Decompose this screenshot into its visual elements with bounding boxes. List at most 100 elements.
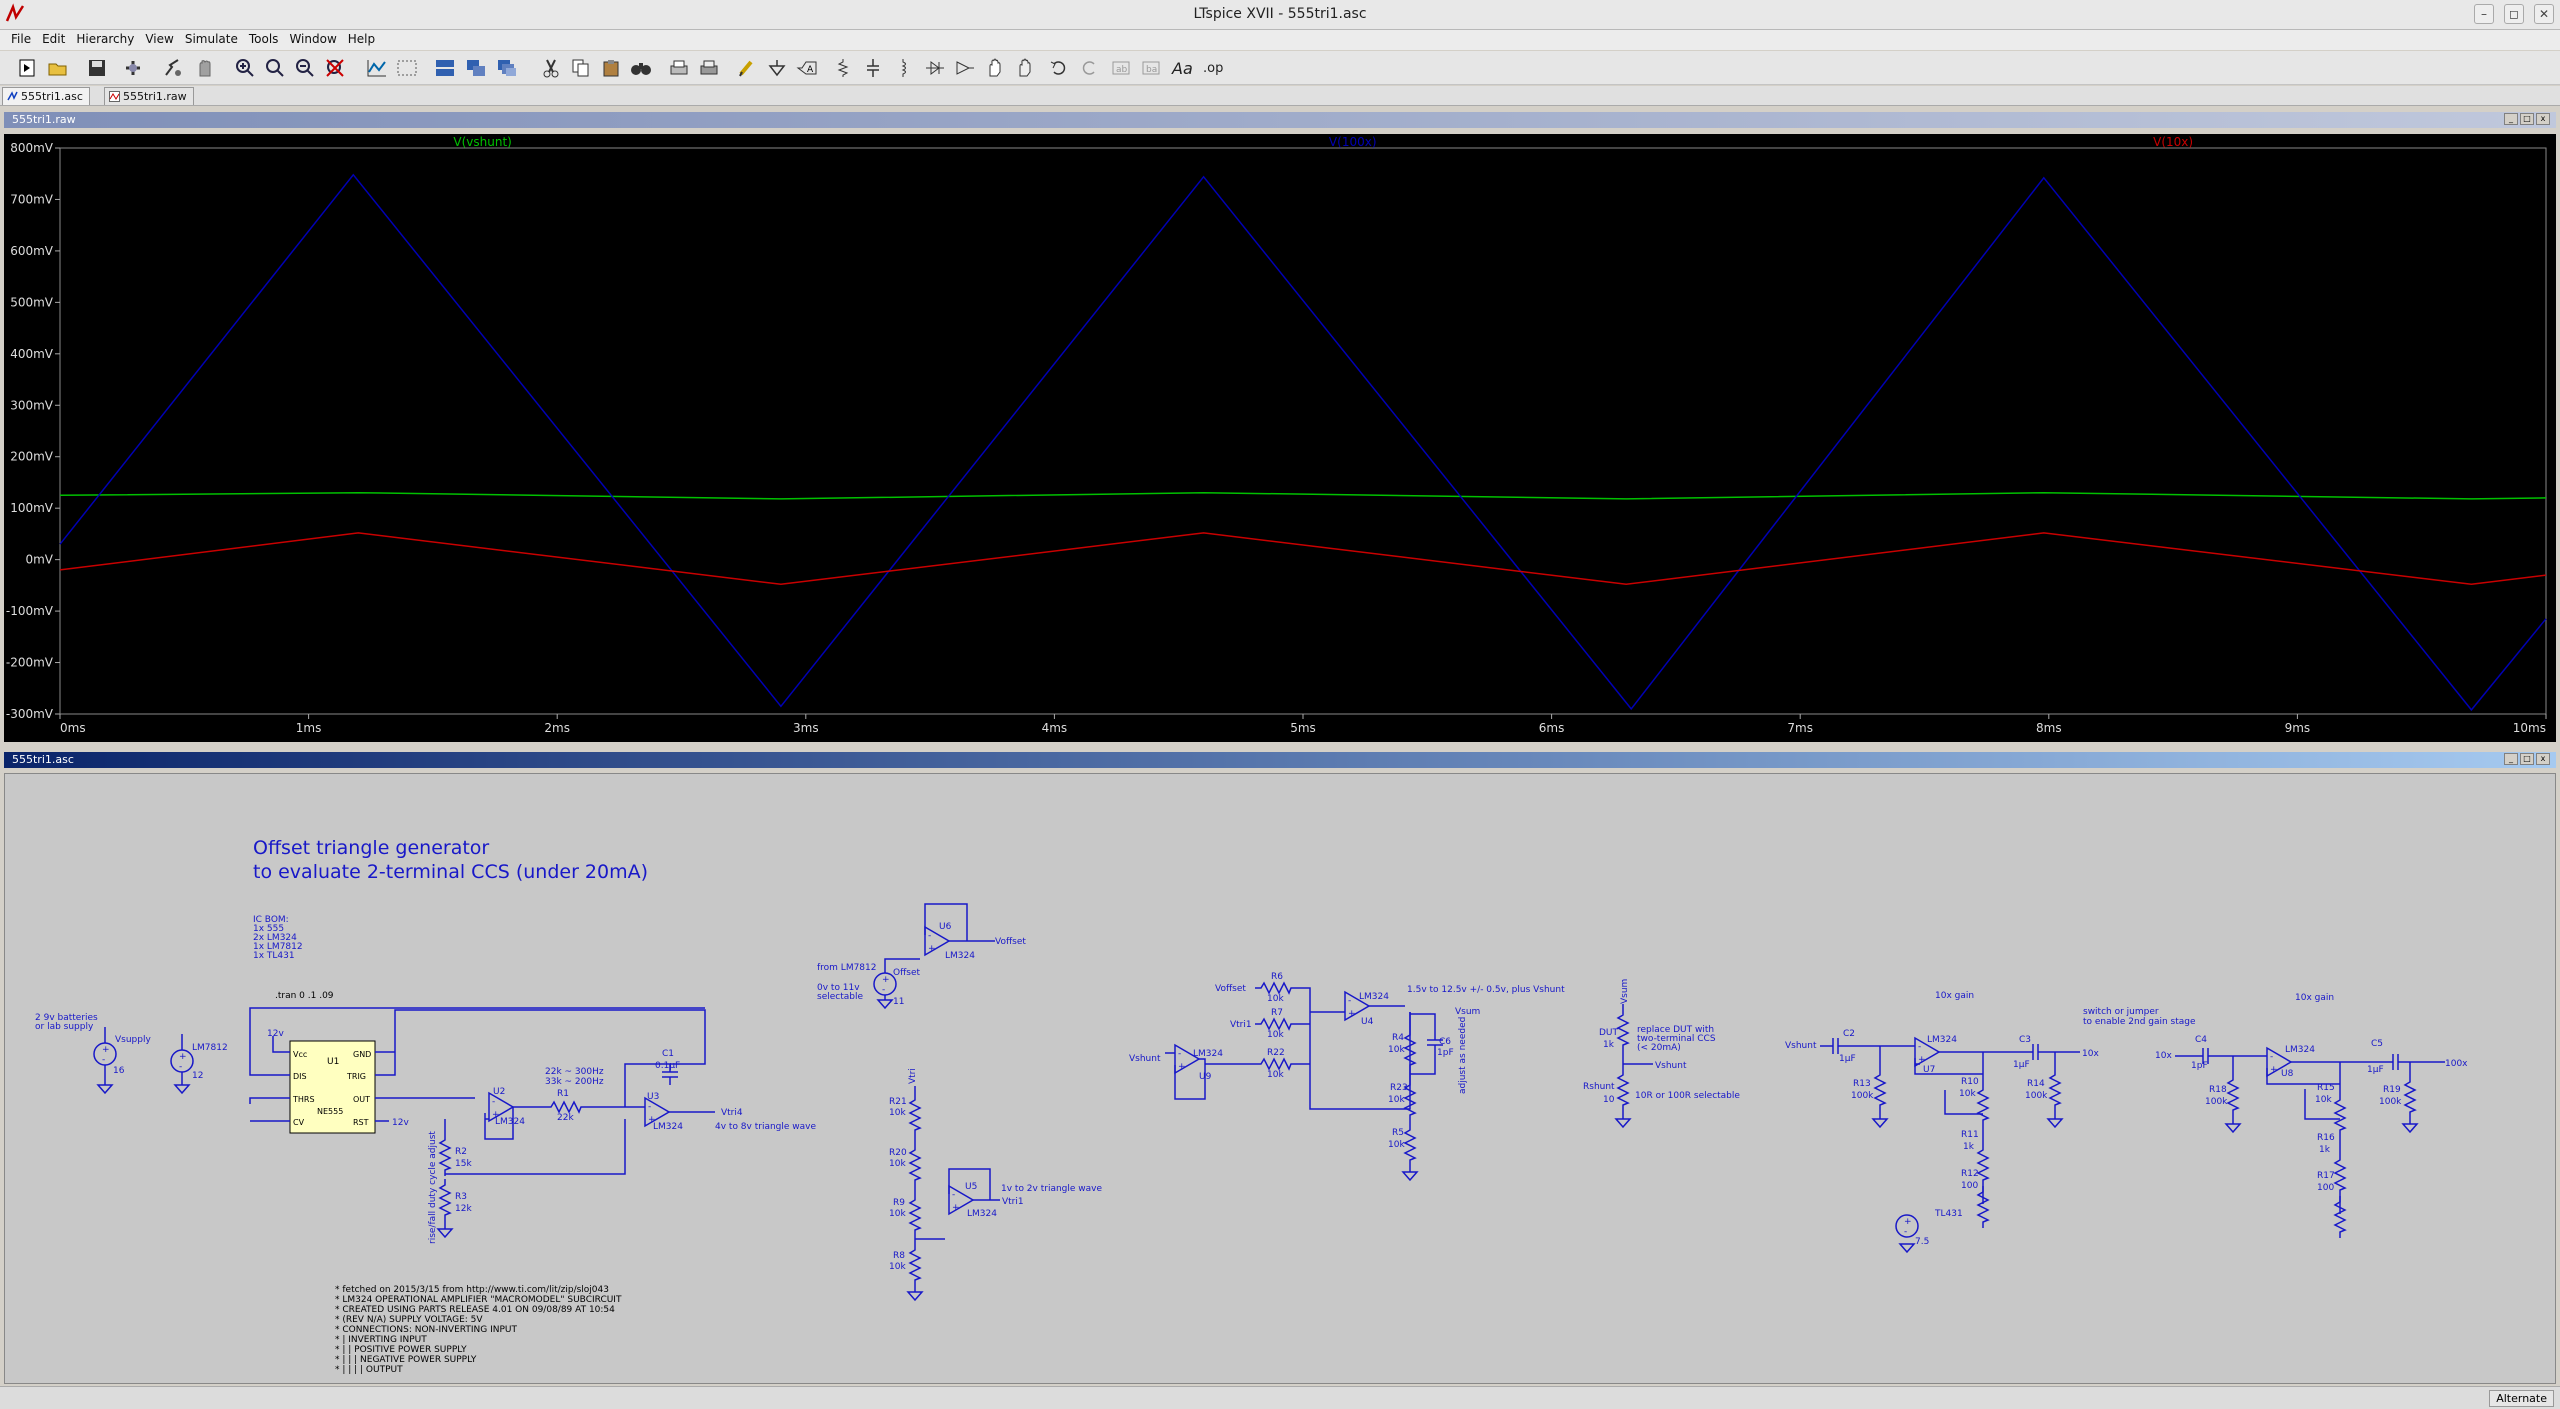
schematic-pane-header[interactable]: 555tri1.asc _ □ x xyxy=(4,752,2556,768)
mirror-icon[interactable]: ba xyxy=(1138,55,1164,81)
print-setup-icon[interactable] xyxy=(696,55,722,81)
schematic-canvas[interactable]: -+ +- Offset triangle generator to evalu… xyxy=(4,773,2556,1384)
legend-entry: V(10x) xyxy=(2153,135,2193,149)
u2-model: LM324 xyxy=(495,1117,525,1127)
tab-raw[interactable]: 555tri1.raw xyxy=(104,87,194,105)
u8-model: LM324 xyxy=(2285,1045,2315,1055)
tran-directive[interactable]: .tran 0 .1 .09 xyxy=(275,991,334,1001)
component-icon[interactable] xyxy=(952,55,978,81)
series-line xyxy=(59,491,2547,500)
r19-value: 100k xyxy=(2379,1097,2402,1107)
resistor-icon[interactable] xyxy=(830,55,856,81)
copy-icon[interactable] xyxy=(568,55,594,81)
menu-window[interactable]: Window xyxy=(284,30,342,50)
cascade-icon[interactable] xyxy=(494,55,520,81)
zoom-in-icon[interactable] xyxy=(232,55,258,81)
zoom-fit-icon[interactable] xyxy=(322,55,348,81)
u6-label: U6 xyxy=(939,922,952,932)
capacitor-icon[interactable] xyxy=(860,55,886,81)
pane-restore-button[interactable]: □ xyxy=(2520,753,2534,765)
r17-value: 100 xyxy=(2317,1183,2334,1193)
v12-flag: 12v xyxy=(267,1029,284,1039)
spice-directive-icon[interactable]: .op xyxy=(1200,55,1226,81)
draw-wire-icon[interactable] xyxy=(734,55,760,81)
r19-label: R19 xyxy=(2383,1085,2401,1095)
menu-help[interactable]: Help xyxy=(343,30,381,50)
menu-edit[interactable]: Edit xyxy=(37,30,71,50)
new-schematic-icon[interactable] xyxy=(14,55,40,81)
save-icon[interactable] xyxy=(84,55,110,81)
zoom-out-icon[interactable] xyxy=(292,55,318,81)
label-net-icon[interactable]: A xyxy=(794,55,820,81)
gain-note-2: 10x gain xyxy=(2295,993,2334,1003)
r6-value: 10k xyxy=(1267,994,1284,1004)
r1-label: R1 xyxy=(557,1089,569,1099)
pane-minimize-button[interactable]: _ xyxy=(2504,113,2518,125)
halt-icon[interactable] xyxy=(192,55,218,81)
pin-rst: RST xyxy=(353,1118,369,1127)
spice-comment: * | | | | OUTPUT xyxy=(335,1365,403,1375)
menu-view[interactable]: View xyxy=(140,30,179,50)
inductor-icon[interactable] xyxy=(890,55,916,81)
text-icon[interactable]: Aa xyxy=(1170,55,1196,81)
schematic-pane-title: 555tri1.asc xyxy=(12,753,74,766)
diode-icon[interactable] xyxy=(922,55,948,81)
rotate-icon[interactable]: ab xyxy=(1108,55,1134,81)
schematic-heading-1: Offset triangle generator xyxy=(253,837,489,859)
undo-icon[interactable] xyxy=(1046,55,1072,81)
tile-vertical-icon[interactable] xyxy=(463,55,489,81)
c2-value: 1µF xyxy=(1839,1054,1856,1064)
y-tick-label: -200mV xyxy=(6,656,54,670)
r9-label: R9 xyxy=(893,1198,905,1208)
x-tick-label: 1ms xyxy=(296,721,322,735)
dut-value: 1k xyxy=(1603,1040,1615,1050)
r11-label: R11 xyxy=(1961,1130,1979,1140)
r21-label: R21 xyxy=(889,1097,907,1107)
waveform-plot[interactable]: 800mV 700mV 600mV 500mV 400mV 300mV 200mV 100mV… xyxy=(4,134,2556,742)
maximize-button[interactable]: ◻ xyxy=(2504,4,2524,24)
status-mode: Alternate xyxy=(2489,1390,2554,1407)
menu-file[interactable]: File xyxy=(6,30,37,50)
paste-icon[interactable] xyxy=(598,55,624,81)
open-icon[interactable] xyxy=(45,55,71,81)
run-icon[interactable] xyxy=(160,55,186,81)
tile-horizontal-icon[interactable] xyxy=(432,55,458,81)
pane-minimize-button[interactable]: _ xyxy=(2504,753,2518,765)
autorange-icon[interactable] xyxy=(364,55,390,81)
c5-label: C5 xyxy=(2371,1039,2383,1049)
schematic-drawing[interactable]: -+ +- Offset triangle generator to evalu… xyxy=(5,774,2555,1383)
print-icon[interactable] xyxy=(666,55,692,81)
lm7812-label: LM7812 xyxy=(192,1043,228,1053)
pane-close-button[interactable]: x xyxy=(2536,753,2550,765)
control-panel-icon[interactable] xyxy=(120,55,146,81)
out-100x: 100x xyxy=(2445,1059,2468,1069)
menu-simulate[interactable]: Simulate xyxy=(180,30,244,50)
redo-icon[interactable] xyxy=(1076,55,1102,81)
waveform-chart[interactable]: 800mV 700mV 600mV 500mV 400mV 300mV 200mV 100mV… xyxy=(4,134,2556,742)
menu-hierarchy[interactable]: Hierarchy xyxy=(71,30,140,50)
menu-tools[interactable]: Tools xyxy=(244,30,285,50)
close-button[interactable]: ✕ xyxy=(2534,4,2554,24)
r5-label: R5 xyxy=(1392,1128,1404,1138)
ground-icon[interactable] xyxy=(764,55,790,81)
r23-value: 10k xyxy=(1388,1095,1405,1105)
vsum-note: 1.5v to 12.5v +/- 0.5v, plus Vshunt xyxy=(1407,985,1565,995)
spice-comment: * | INVERTING INPUT xyxy=(335,1335,427,1345)
tab-schematic[interactable]: 555tri1.asc xyxy=(2,87,90,105)
pane-close-button[interactable]: x xyxy=(2536,113,2550,125)
u3-label: U3 xyxy=(647,1092,659,1102)
window-icon[interactable] xyxy=(394,55,420,81)
x-tick-label: 10ms xyxy=(2513,721,2546,735)
r4-label: R4 xyxy=(1392,1033,1404,1043)
pane-restore-button[interactable]: □ xyxy=(2520,113,2534,125)
pan-icon[interactable] xyxy=(262,55,288,81)
plot-pane-header[interactable]: 555tri1.raw _ □ x xyxy=(4,112,2556,128)
minimize-button[interactable]: – xyxy=(2474,4,2494,24)
drag-hand-icon[interactable] xyxy=(1012,55,1038,81)
move-hand-icon[interactable] xyxy=(982,55,1008,81)
legend-entry: V(vshunt) xyxy=(453,135,511,149)
find-icon[interactable] xyxy=(628,55,654,81)
series-line xyxy=(59,532,2547,586)
cut-icon[interactable] xyxy=(538,55,564,81)
x-tick-label: 5ms xyxy=(1290,721,1316,735)
